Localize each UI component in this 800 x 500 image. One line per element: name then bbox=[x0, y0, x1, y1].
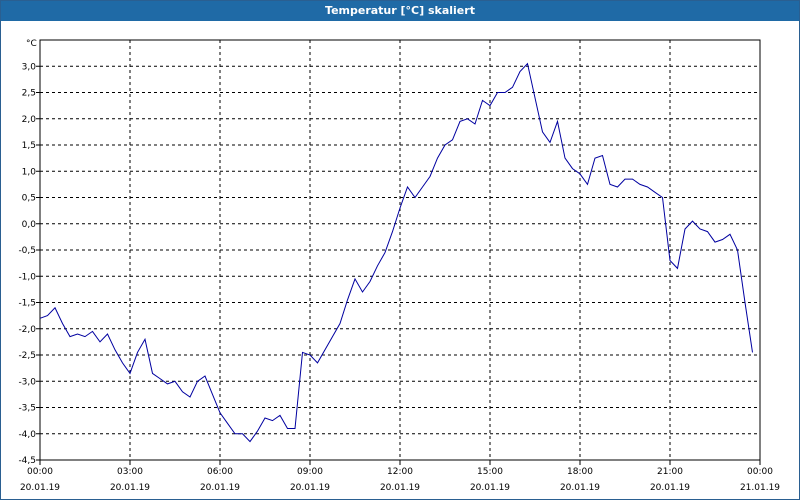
y-tick-label: -2,5 bbox=[18, 351, 36, 361]
x-axis-ticks: 00:00 20.01.19 03:00 20.01.19 06:00 20.01.19 0… bbox=[20, 460, 780, 493]
y-tick-label: 0,0 bbox=[22, 220, 37, 230]
x-tick-label-time: 00:00 bbox=[27, 467, 53, 477]
grid-lines bbox=[40, 40, 760, 461]
y-tick-label: -3,0 bbox=[18, 377, 36, 387]
y-axis-unit-label: °C bbox=[26, 39, 37, 49]
y-tick-label: 2,0 bbox=[22, 115, 37, 125]
y-tick-label: 1,0 bbox=[22, 167, 37, 177]
x-tick-label-date: 20.01.19 bbox=[380, 483, 420, 493]
y-tick-label: -3,5 bbox=[18, 404, 36, 414]
x-tick-label-date: 20.01.19 bbox=[110, 483, 150, 493]
y-tick-label: -4,0 bbox=[18, 430, 36, 440]
y-tick-label: -4,5 bbox=[18, 456, 36, 466]
y-axis-ticks: 3,0 2,5 2,0 1,5 1,0 0,5 0,0 -0,5 -1,0 -1,5 -2,0 -2,… bbox=[18, 62, 40, 466]
y-tick-label: 0,5 bbox=[22, 194, 36, 204]
x-tick-label-time: 18:00 bbox=[567, 467, 593, 477]
x-tick-label-time: 00:00 bbox=[747, 467, 773, 477]
x-tick-label-time: 21:00 bbox=[657, 467, 683, 477]
x-tick-label-date: 20.01.19 bbox=[20, 483, 60, 493]
x-tick-label-time: 15:00 bbox=[477, 467, 503, 477]
window-title: Temperatur [°C] skaliert bbox=[1, 1, 799, 21]
x-tick-label-time: 09:00 bbox=[297, 467, 323, 477]
y-tick-label: 1,5 bbox=[22, 141, 36, 151]
x-tick-label-time: 12:00 bbox=[387, 467, 413, 477]
y-tick-label: 2,5 bbox=[22, 89, 36, 99]
x-tick-label-date: 21.01.19 bbox=[740, 483, 780, 493]
x-tick-label-date: 20.01.19 bbox=[560, 483, 600, 493]
y-tick-label: -1,0 bbox=[18, 272, 36, 282]
x-tick-label-date: 20.01.19 bbox=[290, 483, 330, 493]
temperature-series-line bbox=[39, 62, 753, 443]
y-tick-label: 3,0 bbox=[22, 62, 37, 72]
x-tick-label-time: 06:00 bbox=[207, 467, 233, 477]
y-tick-label: -1,5 bbox=[18, 299, 36, 309]
x-tick-label-time: 03:00 bbox=[117, 467, 143, 477]
x-tick-label-date: 20.01.19 bbox=[470, 483, 510, 493]
temperature-chart: 3,0 2,5 2,0 1,5 1,0 0,5 0,0 -0,5 -1,0 -1,5 -2,0 -2,… bbox=[18, 39, 780, 493]
y-tick-label: -0,5 bbox=[18, 246, 36, 256]
y-tick-label: -2,0 bbox=[18, 325, 36, 335]
x-tick-label-date: 20.01.19 bbox=[650, 483, 690, 493]
x-tick-label-date: 20.01.19 bbox=[200, 483, 240, 493]
